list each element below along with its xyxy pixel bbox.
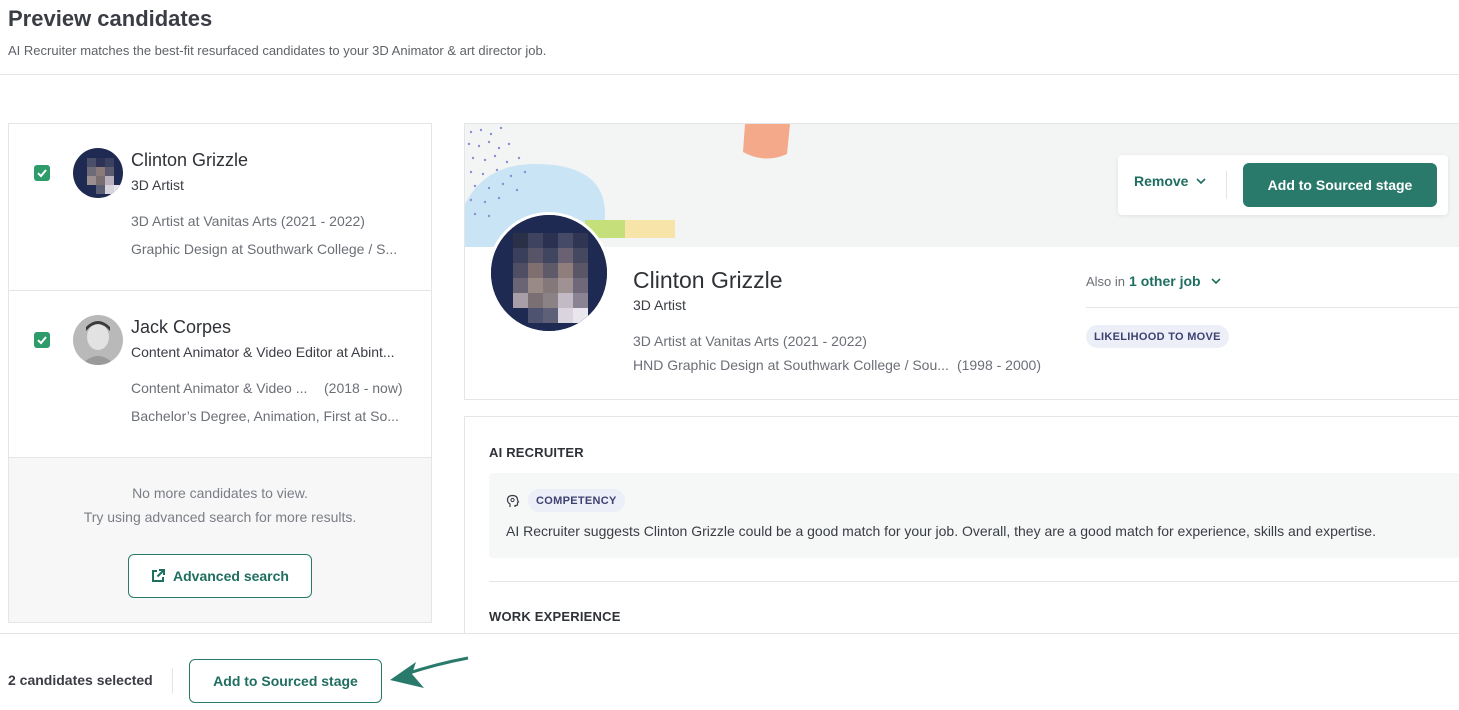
profile-name: Clinton Grizzle (633, 267, 783, 293)
ai-head-icon (506, 494, 520, 507)
profile-education-text: HND Graphic Design at Southwark College … (633, 357, 949, 373)
likelihood-to-move-badge: LIKELIHOOD TO MOVE (1086, 325, 1229, 348)
no-more-candidates: No more candidates to view. Try using ad… (9, 458, 431, 622)
candidate-experience-dates: (2018 - now) (324, 380, 403, 396)
add-to-sourced-stage-button[interactable]: Add to Sourced stage (1243, 163, 1437, 207)
advanced-search-hint: Try using advanced search for more resul… (83, 509, 357, 525)
profile-education: HND Graphic Design at Southwark College … (633, 357, 1041, 373)
add-selected-to-sourced-stage-button[interactable]: Add to Sourced stage (189, 659, 382, 703)
selection-footer: 2 candidates selected Add to Sourced sta… (0, 633, 1459, 710)
profile-education-dates: (1998 - 2000) (956, 357, 1041, 373)
profile-avatar (488, 212, 610, 334)
divider (1226, 171, 1227, 199)
avatar (73, 315, 123, 365)
no-more-message: No more candidates to view. (132, 485, 308, 501)
profile-experience: 3D Artist at Vanitas Arts (2021 - 2022) (633, 333, 867, 349)
candidate-experience: 3D Artist at Vanitas Arts (2021 - 2022) (131, 213, 365, 229)
check-icon (37, 336, 47, 345)
advanced-search-label: Advanced search (173, 568, 289, 584)
chevron-down-icon (1196, 178, 1207, 184)
ai-recruiter-text: AI Recruiter suggests Clinton Grizzle co… (506, 523, 1376, 539)
candidate-name[interactable]: Jack Corpes (131, 317, 231, 338)
ai-recruiter-summary: COMPETENCY AI Recruiter suggests Clinton… (489, 473, 1459, 558)
candidate-role: Content Animator & Video Editor at Abint… (131, 344, 395, 360)
other-job-link[interactable]: 1 other job (1129, 273, 1201, 289)
remove-label: Remove (1134, 173, 1189, 189)
pointer-arrow-icon (390, 656, 469, 688)
divider (1086, 307, 1459, 308)
divider (489, 581, 1459, 582)
remove-dropdown-button[interactable]: Remove (1134, 173, 1207, 189)
page-title: Preview candidates (8, 6, 213, 31)
candidate-role: 3D Artist (131, 177, 184, 193)
also-in-prefix: Also in (1086, 273, 1126, 289)
divider (172, 668, 173, 694)
candidate-checkbox[interactable] (34, 332, 50, 348)
candidate-list: Clinton Grizzle 3D Artist 3D Artist at V… (8, 123, 432, 623)
profile-banner: Remove Add to Sourced stage (465, 124, 1459, 247)
page-header: Preview candidates AI Recruiter matches … (0, 0, 1459, 75)
page-subtitle: AI Recruiter matches the best-fit resurf… (8, 43, 547, 58)
chevron-down-icon[interactable] (1211, 278, 1221, 284)
candidate-education: Graphic Design at Southwark College / S.… (131, 241, 398, 257)
candidate-card[interactable]: Jack Corpes Content Animator & Video Edi… (9, 291, 431, 458)
ai-recruiter-section: AI RECRUITER COMPETENCY AI Recruiter sug… (464, 416, 1459, 636)
candidate-checkbox[interactable] (34, 165, 50, 181)
candidate-experience: Content Animator & Video ... (131, 380, 308, 396)
external-link-icon (152, 569, 166, 582)
candidate-name[interactable]: Clinton Grizzle (131, 150, 248, 171)
also-in-jobs: Also in 1 other job (1086, 273, 1221, 289)
selected-count: 2 candidates selected (8, 672, 153, 688)
check-icon (37, 169, 47, 178)
work-experience-heading: WORK EXPERIENCE (489, 609, 621, 624)
candidate-profile: Remove Add to Sourced stage Clinton Griz… (464, 123, 1459, 400)
competency-badge: COMPETENCY (528, 489, 625, 512)
profile-actions: Remove Add to Sourced stage (1118, 155, 1448, 215)
candidate-card[interactable]: Clinton Grizzle 3D Artist 3D Artist at V… (9, 124, 431, 291)
avatar (73, 148, 123, 198)
advanced-search-button[interactable]: Advanced search (128, 554, 312, 598)
candidate-education: Bachelor’s Degree, Animation, First at S… (131, 408, 399, 424)
ai-recruiter-heading: AI RECRUITER (489, 445, 584, 460)
profile-role: 3D Artist (633, 297, 686, 313)
